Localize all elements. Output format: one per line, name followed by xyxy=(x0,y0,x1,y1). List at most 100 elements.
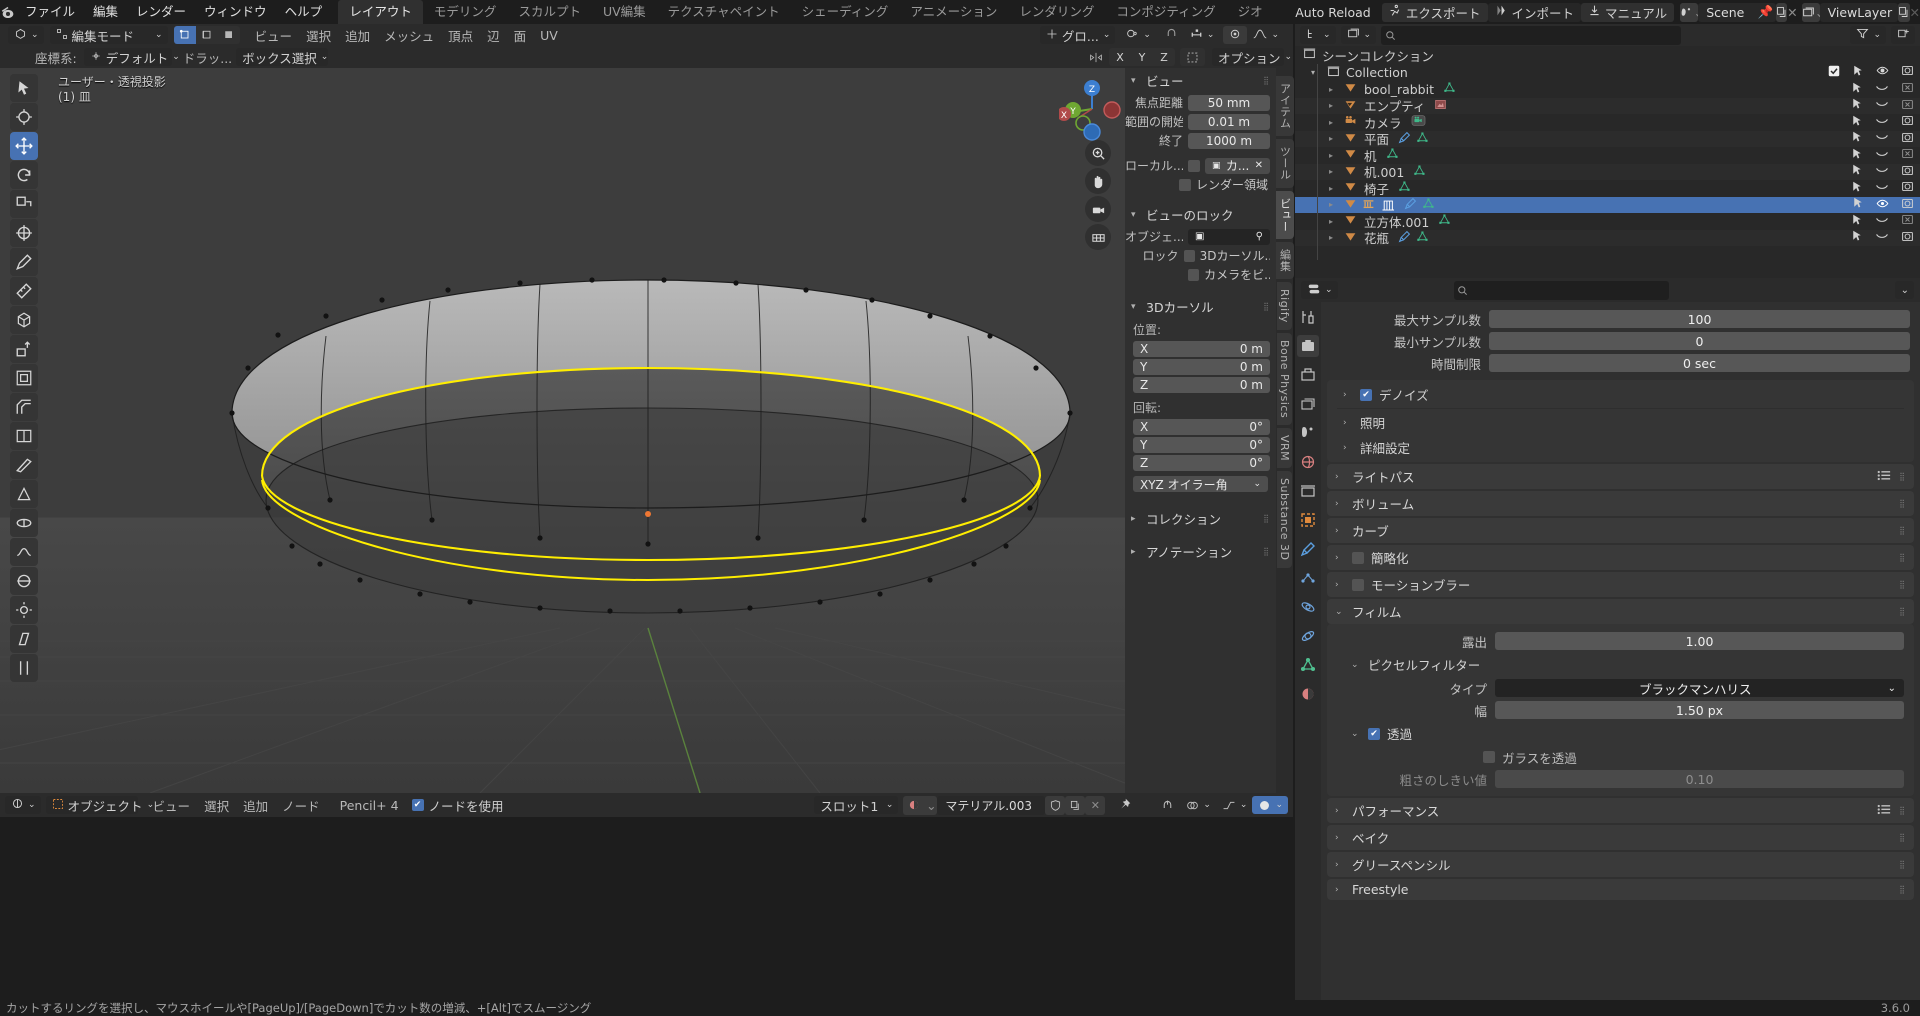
lock-object-field[interactable]: ▣ ⚲ xyxy=(1188,228,1270,245)
loop-cut-tool-icon[interactable] xyxy=(10,422,38,450)
snap-toggle[interactable] xyxy=(1159,26,1184,44)
viewlayer-remove-button[interactable]: ✕ xyxy=(1910,3,1920,22)
properties-search-input[interactable] xyxy=(1453,280,1669,300)
proportional-falloff-toggle[interactable] xyxy=(1223,26,1248,44)
rotate-tool-icon[interactable] xyxy=(10,161,38,189)
mesh-data-icon[interactable] xyxy=(1443,81,1456,97)
chevron-right-icon[interactable]: ▸ xyxy=(1329,85,1339,94)
grease-pencil-panel[interactable]: › グリースペンシル ⣿ xyxy=(1327,852,1914,877)
mode-selector[interactable]: 編集モード ⌄ xyxy=(49,26,168,44)
menu-window[interactable]: ウィンドウ xyxy=(195,0,276,24)
npanel-section-collections[interactable]: ▸ コレクション ⣿ xyxy=(1125,506,1276,531)
filter-type-row[interactable]: タイプ ブラックマンハリス ⌄ xyxy=(1327,677,1914,699)
shrink-fatten-tool-icon[interactable] xyxy=(10,596,38,624)
npanel-section-3dcursor[interactable]: ▾ 3Dカーソル ⣿ xyxy=(1125,294,1276,319)
cursor-tool-icon[interactable] xyxy=(10,103,38,131)
film-panel-header[interactable]: ⌄ フィルム ⣿ xyxy=(1327,599,1914,624)
workspace-tab-sculpt[interactable]: スカルプト xyxy=(507,0,592,24)
scene-new-button[interactable] xyxy=(1775,2,1788,22)
snap-icon[interactable] xyxy=(1155,796,1180,814)
transparent-glass-checkbox[interactable] xyxy=(1483,751,1495,763)
cursor-rotation-mode[interactable]: XYZ オイラー角 ⌄ xyxy=(1133,476,1268,492)
collection-tab-icon[interactable] xyxy=(1297,480,1319,502)
editor-type-selector[interactable]: ⌄ xyxy=(8,26,44,44)
transparent-checkbox[interactable]: ✔ xyxy=(1368,727,1380,740)
chevron-down-icon[interactable]: ▾ xyxy=(1311,68,1321,77)
render-visibility-icon[interactable] xyxy=(1901,180,1914,196)
properties-search-field[interactable] xyxy=(1471,283,1669,297)
viewport-menu-mesh[interactable]: メッシュ xyxy=(377,26,441,45)
render-visibility-icon[interactable] xyxy=(1901,114,1914,130)
volumes-panel[interactable]: › ボリューム ⣿ xyxy=(1327,491,1914,516)
clip-start-row[interactable]: 範囲の開始 0.01 m xyxy=(1125,112,1276,131)
properties-tabs[interactable] xyxy=(1295,302,1321,1016)
chevron-right-icon[interactable]: ▸ xyxy=(1329,118,1339,127)
workspace-tab-compositing[interactable]: コンポジティング xyxy=(1105,0,1226,24)
mirror-z-button[interactable]: Z xyxy=(1153,48,1175,66)
pin-button[interactable] xyxy=(1113,796,1137,814)
outliner-row-toggles[interactable] xyxy=(1851,81,1914,98)
transform-tool-icon[interactable] xyxy=(10,219,38,247)
collection-row-toggles[interactable] xyxy=(1828,64,1914,81)
select-icon[interactable] xyxy=(1851,181,1863,196)
image-data-icon[interactable] xyxy=(1434,98,1447,114)
pin-icon[interactable]: 📌 xyxy=(1756,3,1776,22)
select-icon[interactable] xyxy=(1851,230,1863,245)
render-visibility-icon[interactable] xyxy=(1901,98,1914,114)
viewport-menu-view[interactable]: ビュー xyxy=(248,26,300,45)
time-limit-row[interactable]: 時間制限 0 sec xyxy=(1321,352,1920,374)
camera-icon[interactable] xyxy=(1085,196,1111,222)
modifier-tab-icon[interactable] xyxy=(1297,538,1319,560)
min-samples-row[interactable]: 最小サンプル数 0 xyxy=(1321,330,1920,352)
cursor-rot-x-row[interactable]: X 0° xyxy=(1125,418,1276,436)
hide-in-viewport-icon[interactable] xyxy=(1875,164,1889,179)
chevron-right-icon[interactable]: ▸ xyxy=(1329,233,1339,242)
cursor-loc-x[interactable]: X 0 m xyxy=(1133,341,1270,357)
filter-type-value[interactable]: ブラックマンハリス ⌄ xyxy=(1495,679,1904,697)
outliner-row-toggles[interactable] xyxy=(1852,197,1914,214)
proportional-icon[interactable]: ⌄ xyxy=(1216,796,1253,814)
material-tab-icon[interactable] xyxy=(1297,683,1319,705)
chevron-right-icon[interactable]: ▸ xyxy=(1329,101,1339,110)
eye-icon[interactable] xyxy=(1876,197,1889,213)
mesh-data-icon[interactable] xyxy=(1416,131,1429,147)
mirror-x-button[interactable]: X xyxy=(1109,48,1131,66)
checkbox-icon[interactable] xyxy=(1828,65,1840,80)
outliner[interactable]: シーンコレクション ▾ Collection ▸ bool_rabbit ▸ エンプテ… xyxy=(1295,46,1920,278)
shader-menu-node[interactable]: ノード xyxy=(275,796,327,815)
outliner-item-8[interactable]: ▸ 立方体.001 xyxy=(1295,213,1920,230)
eyedropper-icon[interactable]: ⚲ xyxy=(1256,231,1263,242)
filter-width-row[interactable]: 幅 1.50 px xyxy=(1327,699,1914,721)
modifier-icon[interactable] xyxy=(1398,230,1411,246)
menu-help[interactable]: ヘルプ xyxy=(276,0,332,24)
render-region-checkbox[interactable] xyxy=(1179,178,1191,191)
outliner-filter-button[interactable]: ⌄ xyxy=(1850,26,1886,44)
viewport-menu-face[interactable]: 面 xyxy=(507,26,534,45)
simplify-checkbox[interactable] xyxy=(1352,551,1364,564)
chevron-right-icon[interactable]: ▸ xyxy=(1329,217,1339,226)
viewport-toolbar[interactable] xyxy=(10,74,38,682)
falloff-type-selector[interactable]: ⌄ xyxy=(1247,26,1284,44)
mesh-data-icon[interactable] xyxy=(1438,213,1451,229)
workspace-tab-layout[interactable]: レイアウト xyxy=(338,0,423,24)
scene-unlink-button[interactable]: ✕ xyxy=(1787,3,1797,22)
advanced-subpanel[interactable]: › 詳細設定 xyxy=(1327,435,1914,460)
npanel-tab-tool[interactable]: ツール xyxy=(1275,139,1294,188)
cursor-loc-z[interactable]: Z 0 m xyxy=(1133,377,1270,393)
proportional-editing-toggle[interactable]: ⌄ xyxy=(1120,26,1156,44)
shader-editor-body[interactable] xyxy=(0,817,1293,1000)
hide-in-viewport-icon[interactable] xyxy=(1875,214,1889,229)
lighting-subpanel[interactable]: › 照明 xyxy=(1327,410,1914,435)
lock-object-row[interactable]: オブジェ... ▣ ⚲ xyxy=(1125,227,1276,246)
render-visibility-icon[interactable] xyxy=(1901,81,1914,97)
object-tab-icon[interactable] xyxy=(1297,509,1319,531)
preset-icon[interactable] xyxy=(1877,469,1891,484)
max-samples-row[interactable]: 最大サンプル数 100 xyxy=(1321,308,1920,330)
new-collection-button[interactable] xyxy=(1891,26,1915,44)
npanel-tab-view[interactable]: ビュー xyxy=(1275,190,1294,239)
cursor-rot-z[interactable]: Z 0° xyxy=(1133,455,1270,471)
cursor-rot-y[interactable]: Y 0° xyxy=(1133,437,1270,453)
orientation-selector[interactable]: デフォルト ⌄ xyxy=(83,48,180,66)
npanel-section-view[interactable]: ▾ ビュー ⣿ xyxy=(1125,68,1276,93)
menu-edit[interactable]: 編集 xyxy=(84,0,127,24)
